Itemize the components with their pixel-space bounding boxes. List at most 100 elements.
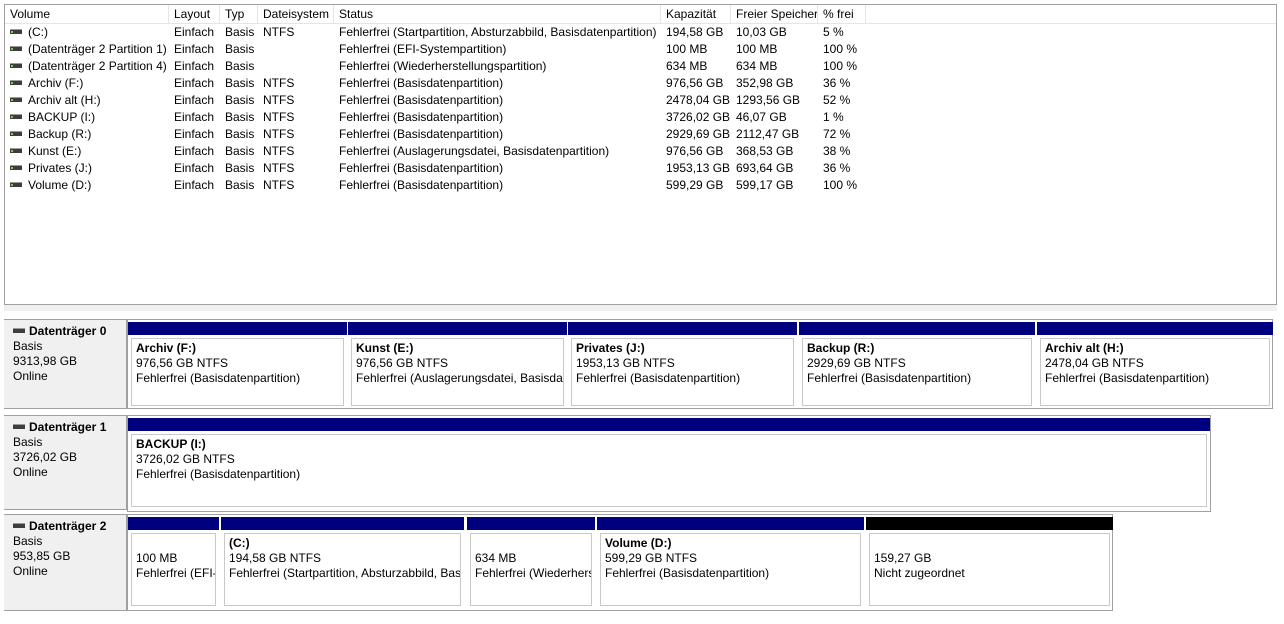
cell-volume: Volume (D:) [5,177,169,194]
disk-0-size: 9313,98 GB [13,354,78,368]
partition-color-bar [128,322,347,335]
cell-volume: Archiv alt (H:) [5,92,169,109]
table-row[interactable]: Archiv alt (H:) Einfach Basis NTFS Fehlerfre… [5,92,1276,109]
partition[interactable]: Backup (R:) 2929,69 GB NTFS Fehlerfrei (Ba… [799,320,1035,410]
cell-typ: Basis [225,93,255,107]
table-row[interactable]: Kunst (E:) Einfach Basis NTFS Fehlerfrei (Au… [5,143,1276,160]
partition-color-bar [1037,322,1273,335]
column-header-status[interactable]: Status [334,5,661,24]
disk-2-label[interactable]: Datenträger 2 Basis 953,85 GB Online [4,514,127,611]
cell-pct: 100 % [823,42,858,56]
partition-color-bar [866,517,1113,530]
partition-info: 634 MB Fehlerfrei (Wiederhers [470,533,592,606]
partition[interactable]: 634 MB Fehlerfrei (Wiederhers [467,515,595,612]
partition-size: 634 MB [475,551,517,565]
volume-name: BACKUP (I:) [28,110,96,124]
volume-name: Kunst (E:) [28,144,82,158]
partition[interactable]: 100 MB Fehlerfrei (EFI- [128,515,219,612]
partition[interactable]: Privates (J:) 1953,13 GB NTFS Fehlerfrei (… [568,320,797,410]
partition-status: Fehlerfrei (Basisdatenpartition) [136,371,301,385]
table-row[interactable]: (Datenträger 2 Partition 4) Einfach Basis F… [5,58,1276,75]
partition[interactable]: Archiv alt (H:) 2478,04 GB NTFS Fehlerfrei… [1037,320,1273,410]
cell-status: Fehlerfrei (Wiederherstellungspartition) [339,59,547,73]
column-header-freier-speicher[interactable]: Freier Speicher [731,5,818,24]
cell-typ: Basis [225,144,255,158]
table-row[interactable]: (Datenträger 2 Partition 1) Einfach Basis F… [5,41,1276,58]
partition-name: Kunst (E:) [356,341,414,355]
cell-volume: Privates (J:) [5,160,169,177]
volume-list[interactable]: Volume Layout Typ Dateisystem Status Kap… [4,4,1277,305]
partition-name [475,536,591,551]
partition[interactable]: Volume (D:) 599,29 GB NTFS Fehlerfrei (Bas… [597,515,864,612]
list-header: Volume Layout Typ Dateisystem Status Kap… [5,5,1276,24]
cell-layout: Einfach [174,144,215,158]
table-row[interactable]: BACKUP (I:) Einfach Basis NTFS Fehlerfrei (B… [5,109,1276,126]
partition-status: Fehlerfrei (Auslagerungsdatei, Basisdat [356,371,564,385]
column-header-layout[interactable]: Layout [169,5,220,24]
cell-free: 634 MB [736,59,778,73]
disk-2-title: Datenträger 2 [13,519,126,534]
partition[interactable]: BACKUP (I:) 3726,02 GB NTFS Fehlerfrei (Ba… [128,416,1210,513]
column-header-typ[interactable]: Typ [220,5,258,24]
partition-size: 2478,04 GB NTFS [1045,356,1144,370]
cell-layout: Einfach [174,110,215,124]
partition-info: 100 MB Fehlerfrei (EFI- [131,533,216,606]
volume-name: Archiv (F:) [28,76,84,90]
partition[interactable]: (C:) 194,58 GB NTFS Fehlerfrei (Startparti… [221,515,464,612]
cell-free: 2112,47 GB [736,127,800,141]
volume-icon [10,97,22,103]
disk-2-name: Datenträger 2 [29,519,107,533]
table-row[interactable]: Volume (D:) Einfach Basis NTFS Fehlerfrei (B… [5,177,1276,194]
partition-status: Fehlerfrei (Basisdatenpartition) [807,371,972,385]
cell-volume: Kunst (E:) [5,143,169,160]
volume-name: Privates (J:) [28,161,93,175]
partition[interactable]: Archiv (F:) 976,56 GB NTFS Fehlerfrei (Bas… [128,320,347,410]
partition-color-bar [597,517,864,530]
partition-name: Privates (J:) [576,341,645,355]
unallocated-space[interactable]: 159,27 GB Nicht zugeordnet [866,515,1113,612]
disk-1-label[interactable]: Datenträger 1 Basis 3726,02 GB Online [4,415,127,510]
cell-status: Fehlerfrei (Auslagerungsdatei, Basisdate… [339,144,610,158]
disk-0-label[interactable]: Datenträger 0 Basis 9313,98 GB Online [4,319,127,409]
volume-icon [10,131,22,137]
column-header-prozent-frei[interactable]: % frei [818,5,866,24]
partition-name [874,536,1109,551]
disk-1-name: Datenträger 1 [29,420,107,434]
cell-layout: Einfach [174,25,215,39]
partition-color-bar [221,517,464,530]
column-header-dateisystem[interactable]: Dateisystem [258,5,334,24]
partition-size: 2929,69 GB NTFS [807,356,906,370]
cell-layout: Einfach [174,93,215,107]
volume-icon [10,148,22,154]
cell-layout: Einfach [174,127,215,141]
partition-size: 599,29 GB NTFS [605,551,698,565]
cell-pct: 52 % [823,93,851,107]
volume-icon [10,80,22,86]
volume-icon [10,182,22,188]
cell-free: 1293,56 GB [736,93,801,107]
partition-color-bar [348,322,567,335]
cell-cap: 3726,02 GB [666,110,731,124]
column-header-kapazitaet[interactable]: Kapazität [661,5,731,24]
table-row[interactable]: Archiv (F:) Einfach Basis NTFS Fehlerfrei (B… [5,75,1276,92]
disk-icon [13,523,25,528]
volume-name: (Datenträger 2 Partition 4) [28,59,167,73]
partition-size: 976,56 GB NTFS [136,356,229,370]
cell-cap: 976,56 GB [666,76,724,90]
cell-free: 352,98 GB [736,76,794,90]
table-row[interactable]: Backup (R:) Einfach Basis NTFS Fehlerfrei (B… [5,126,1276,143]
column-header-volume[interactable]: Volume [5,5,169,24]
cell-layout: Einfach [174,76,215,90]
cell-fs [258,58,334,75]
table-row[interactable]: Privates (J:) Einfach Basis NTFS Fehlerfrei … [5,160,1276,177]
cell-cap: 100 MB [666,42,708,56]
cell-status: Fehlerfrei (Basisdatenpartition) [339,161,504,175]
volume-icon [10,29,22,35]
volume-icon [10,165,22,171]
table-row[interactable]: (C:) Einfach Basis NTFS Fehlerfrei (Startpar… [5,24,1276,41]
partition-color-bar [799,322,1035,335]
cell-volume: (C:) [5,24,169,41]
cell-fs: NTFS [263,161,295,175]
cell-layout: Einfach [174,59,215,73]
partition[interactable]: Kunst (E:) 976,56 GB NTFS Fehlerfrei (Ausl… [348,320,567,410]
